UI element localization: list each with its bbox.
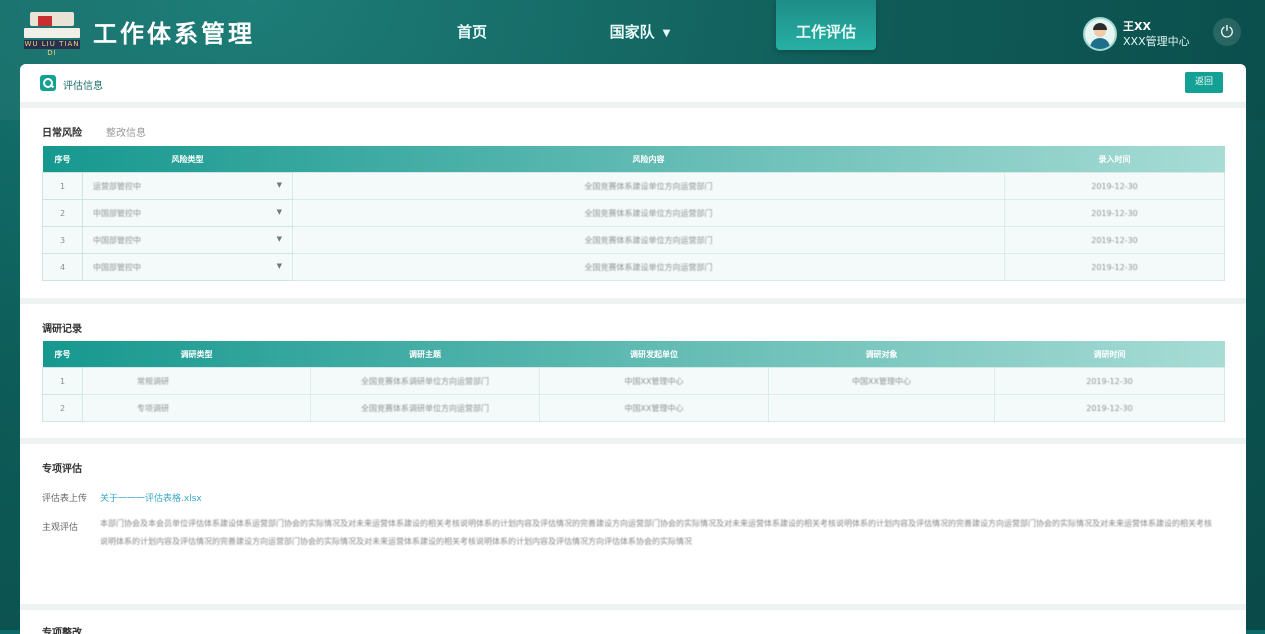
back-button[interactable]: 返回 — [1185, 72, 1223, 93]
chevron-down-icon: ▼ — [662, 28, 671, 39]
tab-rectification-info[interactable]: 整改信息 — [106, 124, 146, 139]
subjective-evaluation-text: 本部门协会及本会员单位评估体系建设体系运营部门协会的实际情况及对未来运营体系建设… — [100, 519, 1212, 546]
section-title: 专项整改 — [42, 628, 82, 634]
risk-type-select[interactable]: 中国部管控中 ▼ — [82, 253, 293, 281]
avatar[interactable] — [1083, 17, 1117, 51]
column-header: 调研对象 — [865, 349, 898, 359]
column-header: 调研时间 — [1093, 349, 1126, 359]
research-table: 序号 调研类型 调研主题 调研发起单位 调研对象 调研时间 1 常规调研 全国竞… — [42, 341, 1225, 422]
section-title: 日常风险 — [42, 128, 82, 139]
column-header: 序号 — [54, 349, 71, 359]
top-header: WU LIU TIAN DI 工作体系管理 首页 国家队 ▼ 工作评估 王XX X… — [0, 0, 1265, 62]
risk-table: 序号 风险类型 风险内容 录入时间 1 运营部管控中 ▼ 全国竞赛体系建设单位方向… — [42, 146, 1225, 281]
user-name: 王XX — [1123, 20, 1151, 33]
nav-national-team[interactable]: 国家队 ▼ — [590, 0, 690, 50]
table-row: 2 中国部管控中 ▼ 全国竞赛体系建设单位方向运营部门 2019-12-30 — [42, 199, 1225, 227]
power-icon[interactable]: ⏻ — [1213, 18, 1241, 46]
chevron-down-icon: ▼ — [276, 181, 282, 189]
column-header: 序号 — [54, 154, 71, 164]
main-panel: 评估信息 返回 日常风险 整改信息 序号 风险类型 风险内容 录入时间 1 运营… — [20, 64, 1246, 634]
column-header: 调研主题 — [409, 349, 441, 359]
search-icon — [40, 75, 56, 91]
section-title: 专项评估 — [42, 464, 82, 475]
section-title: 调研记录 — [42, 324, 82, 335]
column-header: 风险类型 — [171, 154, 204, 164]
nav-work-evaluation[interactable]: 工作评估 — [776, 0, 876, 50]
nav-home[interactable]: 首页 — [438, 0, 506, 50]
app-title: 工作体系管理 — [93, 20, 255, 48]
subjective-label: 主观评估 — [42, 523, 79, 533]
column-header: 调研发起单位 — [630, 349, 678, 359]
brand-logo: WU LIU TIAN DI — [22, 12, 82, 57]
risk-type-select[interactable]: 运营部管控中 ▼ — [82, 172, 293, 200]
panel-header: 评估信息 返回 — [20, 64, 1246, 102]
user-org: XXX管理中心 — [1123, 35, 1190, 48]
column-header: 录入时间 — [1098, 154, 1131, 164]
upload-label: 评估表上传 — [42, 494, 88, 504]
table-row: 4 中国部管控中 ▼ 全国竞赛体系建设单位方向运营部门 2019-12-30 — [42, 253, 1225, 281]
column-header: 风险内容 — [632, 154, 665, 164]
column-header: 调研类型 — [180, 349, 213, 359]
table-row: 3 中国部管控中 ▼ 全国竞赛体系建设单位方向运营部门 2019-12-30 — [42, 226, 1225, 254]
next-section: 专项整改 — [20, 610, 1246, 634]
daily-risk-section: 日常风险 整改信息 序号 风险类型 风险内容 录入时间 1 运营部管控中 ▼ 全国… — [20, 108, 1246, 298]
panel-title: 评估信息 — [63, 81, 103, 92]
special-evaluation-section: 专项评估 评估表上传 关于一一一评估表格.xlsx 主观评估 本部门协会及本会员… — [20, 444, 1246, 604]
table-row: 1 常规调研 全国竞赛体系调研单位方向运营部门 中国XX管理中心 中国XX管理中… — [42, 367, 1225, 395]
chevron-down-icon: ▼ — [276, 235, 282, 243]
table-row: 2 专项调研 全国竞赛体系调研单位方向运营部门 中国XX管理中心 2019-12… — [42, 394, 1225, 422]
risk-type-select[interactable]: 中国部管控中 ▼ — [82, 226, 293, 254]
chevron-down-icon: ▼ — [276, 208, 282, 216]
evaluation-file-link[interactable]: 关于一一一评估表格.xlsx — [100, 491, 202, 504]
risk-type-select[interactable]: 中国部管控中 ▼ — [82, 199, 293, 227]
chevron-down-icon: ▼ — [276, 262, 282, 270]
table-row: 1 运营部管控中 ▼ 全国竞赛体系建设单位方向运营部门 2019-12-30 — [42, 172, 1225, 200]
research-section: 调研记录 序号 调研类型 调研主题 调研发起单位 调研对象 调研时间 1 常规调… — [20, 304, 1246, 438]
